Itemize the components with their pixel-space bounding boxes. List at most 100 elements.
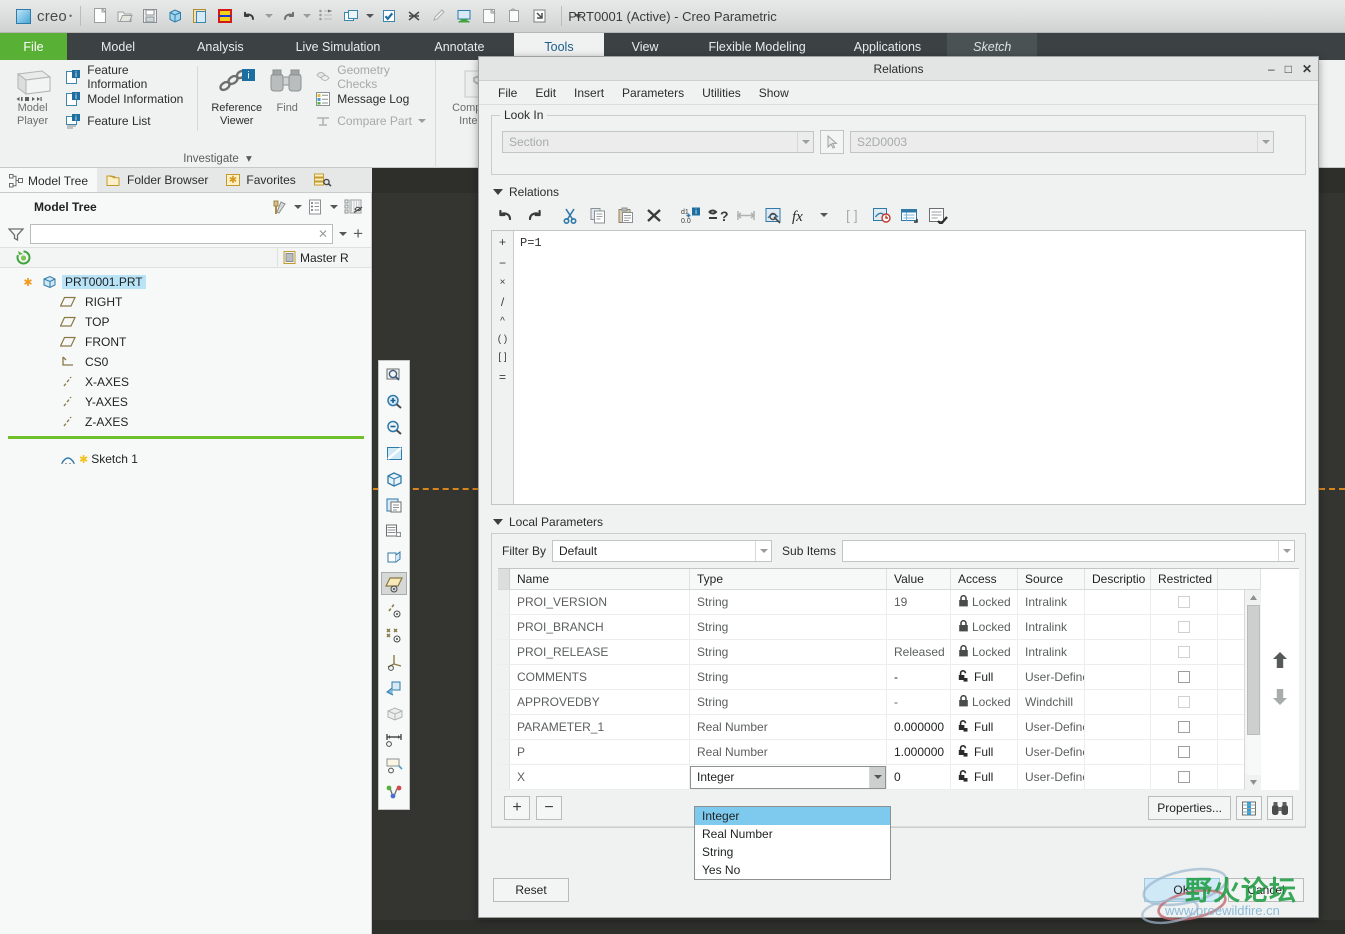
model-information-button[interactable]: i Model Information [65, 90, 185, 108]
type-option-yes-no[interactable]: Yes No [695, 861, 890, 879]
open-icon[interactable] [114, 5, 136, 27]
edit-notes-icon[interactable] [925, 203, 951, 227]
scrollbar-track[interactable] [1246, 735, 1260, 775]
cell-type[interactable]: Real Number [690, 715, 887, 739]
menu-utilities[interactable]: Utilities [693, 81, 750, 105]
undo-icon[interactable] [493, 203, 519, 227]
nav-tab-model-tree[interactable]: Model Tree [0, 168, 98, 192]
scroll-up-arrow-icon[interactable] [1244, 590, 1261, 605]
cell-description[interactable] [1085, 765, 1151, 789]
cell-restricted[interactable] [1151, 740, 1218, 764]
sub-items-combo[interactable] [842, 540, 1295, 562]
cell-type[interactable]: String [690, 665, 887, 689]
move-down-arrow-icon[interactable] [1272, 688, 1288, 709]
repaint-icon[interactable] [381, 442, 407, 465]
feature-information-button[interactable]: i Feature Information [65, 63, 185, 91]
delete-icon[interactable] [641, 203, 667, 227]
cell-value[interactable]: 0.000000 [887, 715, 951, 739]
operator-minus[interactable]: − [499, 256, 506, 270]
geometry-checks-button[interactable]: Geometry Checks [315, 63, 427, 91]
cell-value[interactable]: 1.000000 [887, 740, 951, 764]
col-header-access[interactable]: Access [951, 569, 1018, 589]
message-log-button[interactable]: Message Log [315, 90, 427, 108]
table-row[interactable]: PROI_VERSION String 19 Locked Intralink [498, 590, 1261, 615]
operator-parentheses[interactable]: ( ) [498, 334, 507, 345]
restricted-checkbox[interactable] [1178, 746, 1190, 758]
redo-icon[interactable] [521, 203, 547, 227]
copy-icon[interactable] [585, 203, 611, 227]
filter-by-combo[interactable]: Default [552, 540, 773, 562]
new-icon[interactable] [89, 5, 111, 27]
binoculars-icon[interactable] [1267, 796, 1293, 820]
redo-dropdown-caret-icon[interactable] [302, 5, 312, 27]
tree-row-y-axes[interactable]: Y-AXES [0, 392, 371, 412]
chevron-down-icon[interactable] [755, 541, 771, 561]
menu-show[interactable]: Show [750, 81, 798, 105]
col-header-value[interactable]: Value [887, 569, 951, 589]
tree-row-top[interactable]: TOP [0, 312, 371, 332]
restricted-checkbox[interactable] [1178, 696, 1190, 708]
relation-history-icon[interactable] [869, 203, 895, 227]
insert-function-caret-icon[interactable] [817, 203, 831, 227]
switch-dimensions-icon[interactable] [733, 203, 759, 227]
ok-button[interactable]: OK [1144, 878, 1220, 902]
col-header-name[interactable]: Name [510, 569, 690, 589]
cell-description[interactable] [1085, 615, 1151, 639]
cell-type[interactable]: String [690, 590, 887, 614]
axis-display-icon[interactable] [381, 598, 407, 621]
regenerate-icon[interactable] [164, 5, 186, 27]
model-player-button[interactable]: Model Player [8, 64, 57, 151]
compare-part-caret-icon[interactable] [417, 119, 426, 123]
note-display-icon[interactable] [381, 754, 407, 777]
ribbon-group-investigate-label[interactable]: Investigate ▾ [8, 151, 427, 168]
cell-description[interactable] [1085, 590, 1151, 614]
csys-display-icon[interactable] [381, 650, 407, 673]
insert-function-icon[interactable]: fx [789, 203, 815, 227]
chevron-down-icon[interactable] [1257, 132, 1273, 152]
parameters-vertical-scrollbar[interactable] [1244, 590, 1261, 790]
settings-caret-icon[interactable] [294, 205, 302, 209]
table-row[interactable]: COMMENTS String - Full User-Define [498, 665, 1261, 690]
cell-type[interactable]: String [690, 640, 887, 664]
datum-plane-display-icon[interactable] [381, 572, 407, 595]
window-switch-icon[interactable] [340, 5, 362, 27]
relations-section-header[interactable]: Relations [493, 185, 1318, 199]
model-tree-filter-box[interactable]: ✕ [30, 224, 334, 244]
refit-zoom-icon[interactable] [381, 364, 407, 387]
menu-edit[interactable]: Edit [526, 81, 565, 105]
saved-orientations-icon[interactable] [381, 494, 407, 517]
undo-dropdown-caret-icon[interactable] [264, 5, 274, 27]
compare-part-button[interactable]: Compare Part [315, 112, 427, 130]
dimension-info-icon[interactable]: d1 0.0 i [677, 203, 703, 227]
type-option-string[interactable]: String [695, 843, 890, 861]
operator-plus[interactable]: + [499, 235, 506, 249]
brackets-icon[interactable]: [ ] [841, 203, 867, 227]
annotation-display-icon[interactable] [381, 728, 407, 751]
show-dimensions-icon[interactable] [761, 203, 787, 227]
collapse-caret-icon[interactable] [493, 519, 503, 525]
ribbon-tab-file[interactable]: File [0, 33, 67, 60]
chevron-down-icon[interactable] [869, 766, 885, 788]
scroll-down-arrow-icon[interactable] [1244, 775, 1261, 790]
tree-columns-icon[interactable] [308, 199, 324, 216]
ribbon-tab-live-simulation[interactable]: Live Simulation [272, 33, 405, 60]
display-style-icon[interactable] [381, 468, 407, 491]
tree-filters-icon[interactable] [344, 199, 363, 216]
publish-icon[interactable] [453, 5, 475, 27]
remove-parameter-button[interactable]: − [536, 796, 562, 820]
menu-parameters[interactable]: Parameters [613, 81, 693, 105]
move-up-arrow-icon[interactable] [1272, 651, 1288, 672]
search-input[interactable] [35, 226, 318, 242]
tree-row-cs0[interactable]: CS0 [0, 352, 371, 372]
columns-caret-icon[interactable] [330, 205, 338, 209]
cut-icon[interactable] [557, 203, 583, 227]
close-window-icon[interactable] [403, 5, 425, 27]
menu-insert[interactable]: Insert [565, 81, 613, 105]
properties-button[interactable]: Properties... [1148, 796, 1231, 820]
perspective-view-icon[interactable] [381, 702, 407, 725]
customize-qat-caret-icon[interactable] [573, 5, 583, 27]
paste-icon[interactable] [613, 203, 639, 227]
col-header-source[interactable]: Source [1018, 569, 1085, 589]
nav-tab-search-layers[interactable] [305, 168, 341, 192]
spin-center-icon[interactable] [381, 676, 407, 699]
